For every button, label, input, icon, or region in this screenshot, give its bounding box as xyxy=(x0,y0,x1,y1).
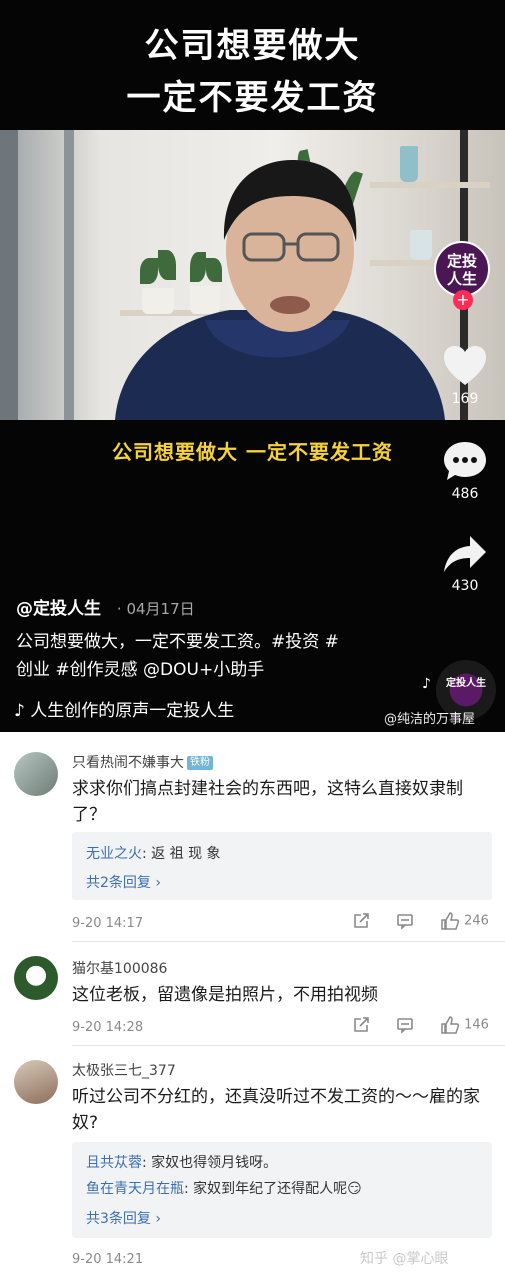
reply-box[interactable]: 无业之火: 返 祖 现 象 共2条回复 › xyxy=(72,832,492,900)
reply-username[interactable]: 无业之火 xyxy=(86,846,142,862)
post-date: · 04月17日 xyxy=(116,600,195,618)
like-comment-button[interactable]: 246 xyxy=(440,912,489,930)
weibo-watermark: @纯洁的万事屋 xyxy=(384,712,476,727)
disc-label: 定投人生 xyxy=(446,678,486,689)
video-description: 公司想要做大，一定不要发工资。#投资 # 创业 #创作灵感 @DOU+小助手 xyxy=(16,628,416,684)
music-info[interactable]: ♪ 人生创作的原声一定投人生 xyxy=(14,696,234,721)
like-count: 169 xyxy=(451,391,479,407)
more-replies-link[interactable]: 共2条回复 › xyxy=(86,872,161,892)
fan-badge: 铁粉 xyxy=(187,756,213,770)
thumbs-up-icon xyxy=(441,912,460,930)
reply-username[interactable]: 且共苁蓉 xyxy=(86,1155,142,1171)
comment-button[interactable]: 486 xyxy=(439,440,491,502)
comment-item: 只看热闹不嫌事大 铁粉 求求你们搞点封建社会的东西吧，这特么直接奴隶制了？ 无业之… xyxy=(0,740,505,950)
reply-username[interactable]: 鱼在青天月在瓶 xyxy=(86,1181,184,1197)
comment-text: 这位老板，留遗像是拍照片，不用拍视频 xyxy=(72,985,378,1005)
video-frame xyxy=(0,130,505,420)
thumbs-up-icon xyxy=(441,1016,460,1034)
avatar[interactable] xyxy=(14,752,58,796)
creator-avatar[interactable]: 定投 人生 xyxy=(434,241,490,297)
heart-icon xyxy=(444,346,486,385)
music-title: 人生创作的原声一定投人生 xyxy=(30,701,235,721)
comment-item: 猫尔基100086 这位老板，留遗像是拍照片，不用拍视频 9-20 14:28 … xyxy=(0,944,505,1044)
zhihu-watermark: 知乎 @掌心眼 xyxy=(360,1251,449,1267)
reply-item: 无业之火: 返 祖 现 象 xyxy=(86,843,221,863)
reply-icon[interactable] xyxy=(396,912,414,930)
avatar[interactable] xyxy=(14,1060,58,1104)
video-title-line-1: 公司想要做大 xyxy=(144,26,361,66)
comment-time: 9-20 14:21 xyxy=(72,1252,144,1267)
reply-item: 鱼在青天月在瓶: 家奴到年纪了还得配人呢😏 xyxy=(86,1178,362,1198)
description-line-1: 公司想要做大，一定不要发工资。#投资 # xyxy=(16,632,339,652)
reply-icon[interactable] xyxy=(396,1016,414,1034)
tiktok-note-icon: ♪ xyxy=(14,701,25,721)
video-subtitle: 公司想要做大 一定不要发工资 xyxy=(112,440,393,464)
video-title-line-2: 一定不要发工资 xyxy=(126,78,379,118)
username[interactable]: 只看热闹不嫌事大 xyxy=(72,755,184,771)
comment-text: 听过公司不分红的，还真没听过不发工资的～～雇的家奴? xyxy=(72,1087,480,1133)
reply-box[interactable]: 且共苁蓉: 家奴也得领月钱呀。 鱼在青天月在瓶: 家奴到年纪了还得配人呢😏 共3… xyxy=(72,1142,492,1238)
comment-time: 9-20 14:17 xyxy=(72,916,144,931)
comment-user[interactable]: 只看热闹不嫌事大 铁粉 xyxy=(72,752,213,772)
comment-like-count: 146 xyxy=(464,1017,489,1033)
comment-text: 求求你们搞点封建社会的东西吧，这特么直接奴隶制了？ xyxy=(72,779,463,825)
follow-plus-icon[interactable]: + xyxy=(453,290,473,310)
reply-text: : 家奴也得领月钱呀。 xyxy=(142,1155,278,1171)
author-name[interactable]: @定投人生 xyxy=(16,599,101,619)
more-replies-link[interactable]: 共3条回复 › xyxy=(86,1208,161,1228)
presenter-figure xyxy=(115,160,445,420)
divider xyxy=(72,941,505,942)
repost-icon[interactable] xyxy=(352,1016,370,1034)
comment-item: 太极张三七_377 听过公司不分红的，还真没听过不发工资的～～雇的家奴? 且共苁… xyxy=(0,1050,505,1280)
description-line-2: 创业 #创作灵感 @DOU+小助手 xyxy=(16,660,265,680)
share-button[interactable]: 430 xyxy=(439,534,491,594)
avatar-text-2: 人生 xyxy=(446,270,477,288)
share-arrow-icon xyxy=(444,536,486,572)
username[interactable]: 太极张三七_377 xyxy=(72,1060,176,1080)
avatar-text-1: 定投 xyxy=(446,252,477,270)
comment-bubble-icon xyxy=(444,442,486,480)
divider xyxy=(72,1045,505,1046)
like-button[interactable]: 169 xyxy=(439,345,491,407)
like-comment-button[interactable]: 146 xyxy=(440,1016,489,1034)
music-note-icon: ♪ xyxy=(422,676,431,692)
video-player[interactable]: 公司想要做大 一定不要发工资 公司想要做大 一定不要发工资 定投 人生 + 16… xyxy=(0,0,505,732)
repost-icon[interactable] xyxy=(352,912,370,930)
username[interactable]: 猫尔基100086 xyxy=(72,958,167,978)
reply-text: : 返 祖 现 象 xyxy=(142,846,221,862)
comment-count: 486 xyxy=(451,486,479,502)
comment-like-count: 246 xyxy=(464,913,489,929)
reply-item: 且共苁蓉: 家奴也得领月钱呀。 xyxy=(86,1152,277,1172)
author-line[interactable]: @定投人生 · 04月17日 xyxy=(16,594,195,619)
share-count: 430 xyxy=(451,578,479,594)
reply-text: : 家奴到年纪了还得配人呢😏 xyxy=(184,1181,362,1197)
comment-time: 9-20 14:28 xyxy=(72,1020,144,1035)
avatar[interactable] xyxy=(14,956,58,1000)
